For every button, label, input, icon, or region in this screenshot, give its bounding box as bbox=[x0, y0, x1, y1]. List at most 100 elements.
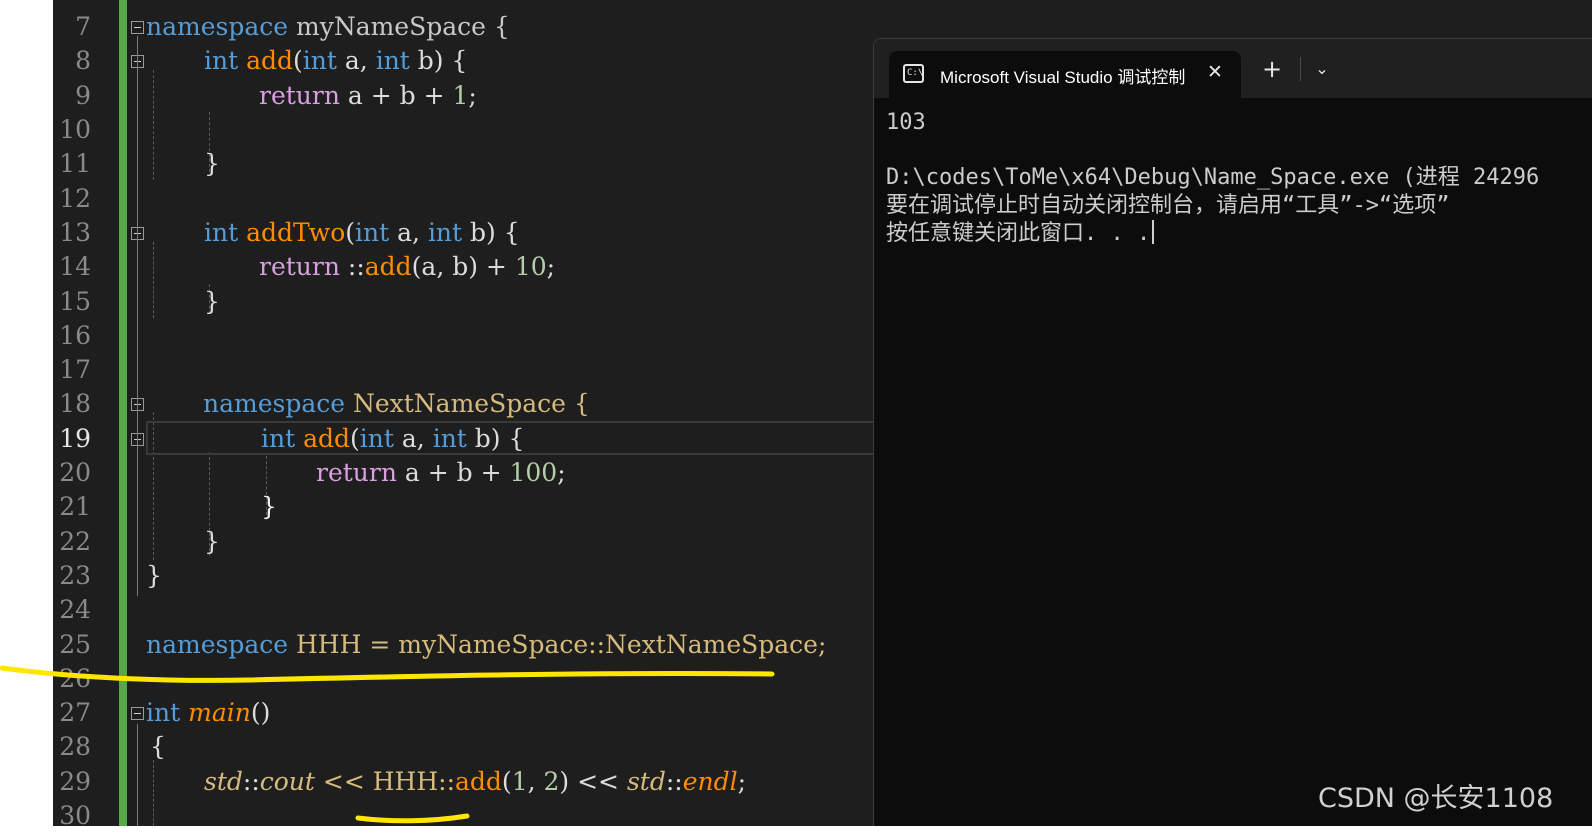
token-function: add bbox=[455, 767, 502, 796]
line-number: 30 bbox=[59, 801, 91, 826]
chevron-down-icon[interactable]: ⌄ bbox=[1311, 57, 1333, 81]
line-number: 21 bbox=[59, 492, 91, 521]
line-number: 11 bbox=[59, 149, 91, 178]
watermark: CSDN @长安1108 bbox=[1318, 783, 1554, 814]
token-text: { bbox=[150, 732, 166, 761]
line-number: 20 bbox=[59, 458, 91, 487]
token-number: 2 bbox=[543, 767, 560, 796]
token-text: ; bbox=[557, 458, 566, 487]
token-text: a + b + bbox=[396, 458, 510, 487]
code-line-27: int main() bbox=[146, 696, 270, 730]
line-number: 15 bbox=[59, 287, 91, 316]
close-icon[interactable]: ✕ bbox=[1203, 59, 1227, 85]
token-keyword: int bbox=[261, 424, 296, 453]
line-number: 7 bbox=[75, 12, 91, 41]
token-text: } bbox=[204, 287, 220, 316]
code-line-20: return a + b + 100; bbox=[316, 456, 566, 490]
token-namespace: HHH = myNameSpace::NextNameSpace; bbox=[288, 630, 827, 659]
token-keyword: int bbox=[146, 698, 181, 727]
token-text: ( bbox=[350, 424, 360, 453]
token-keyword: int bbox=[427, 218, 463, 247]
token-text: a, bbox=[389, 218, 428, 247]
token-function: add bbox=[246, 46, 294, 75]
token-keyword: namespace bbox=[146, 12, 289, 41]
console-prompt-text: 按任意键关闭此窗口. . . bbox=[886, 221, 1151, 246]
token-text: b) { bbox=[409, 46, 468, 75]
token-text: ) << bbox=[559, 767, 627, 796]
token-keyword: int bbox=[355, 218, 390, 247]
line-number-gutter: 7 8 9 10 11 12 13 14 15 16 17 18 19 20 2… bbox=[53, 0, 119, 826]
line-number: 26 bbox=[59, 664, 91, 693]
token-keyword: return bbox=[259, 252, 340, 281]
outline-bracket bbox=[137, 724, 138, 826]
token-keyword: int bbox=[359, 424, 394, 453]
line-number: 18 bbox=[59, 389, 91, 418]
line-number: 29 bbox=[59, 767, 91, 796]
token-text: a, bbox=[393, 424, 433, 453]
line-number: 23 bbox=[59, 561, 91, 590]
code-line-8: int add(int a, int b) { bbox=[204, 44, 467, 78]
token-function: addTwo bbox=[246, 218, 346, 247]
token-text: ( bbox=[501, 767, 512, 796]
text-cursor bbox=[1152, 220, 1155, 244]
collapse-toggle-icon[interactable] bbox=[131, 21, 144, 34]
token-keyword: int bbox=[432, 424, 467, 453]
console-tab[interactable]: C:\ Microsoft Visual Studio 调试控制台 ✕ bbox=[889, 51, 1241, 98]
line-number: 27 bbox=[59, 698, 91, 727]
token-namespace: std bbox=[204, 767, 243, 796]
token-namespace: std bbox=[626, 767, 666, 796]
code-line-21: } bbox=[261, 490, 277, 524]
token-number: 10 bbox=[514, 252, 547, 281]
line-number-current: 19 bbox=[59, 424, 91, 453]
token-text: () bbox=[250, 698, 271, 727]
token-function: add bbox=[303, 424, 351, 453]
token-text: (a, b) + bbox=[411, 252, 515, 281]
line-number: 24 bbox=[59, 595, 91, 624]
line-number: 8 bbox=[75, 46, 91, 75]
token-function: endl bbox=[682, 767, 738, 796]
code-line-22: } bbox=[204, 525, 220, 559]
token-function: main bbox=[188, 698, 251, 727]
token-keyword: namespace bbox=[146, 630, 289, 659]
token-text: } bbox=[146, 561, 162, 590]
token-text: a + b + bbox=[339, 81, 453, 110]
token-text: ( bbox=[293, 46, 303, 75]
token-keyword: int bbox=[302, 46, 337, 75]
code-line-18: namespace NextNameSpace { bbox=[203, 387, 590, 421]
console-titlebar[interactable]: C:\ Microsoft Visual Studio 调试控制台 ✕ + ⌄ bbox=[874, 39, 1592, 98]
debug-console-window[interactable]: C:\ Microsoft Visual Studio 调试控制台 ✕ + ⌄ … bbox=[873, 38, 1592, 826]
token-text: :: bbox=[339, 252, 365, 281]
token-text: ( bbox=[345, 218, 356, 247]
token-number: 100 bbox=[509, 458, 558, 487]
new-tab-button[interactable]: + bbox=[1259, 57, 1285, 83]
line-number: 28 bbox=[59, 732, 91, 761]
token-brace: } bbox=[261, 492, 277, 521]
line-number: 22 bbox=[59, 527, 91, 556]
token-variable: cout bbox=[259, 767, 315, 796]
outline-bracket bbox=[137, 36, 138, 596]
token-text: b) { bbox=[466, 424, 525, 453]
code-line-7: namespace myNameSpace { bbox=[146, 10, 510, 44]
token-keyword: int bbox=[204, 218, 239, 247]
code-line-25: namespace HHH = myNameSpace::NextNameSpa… bbox=[146, 628, 826, 662]
line-number: 16 bbox=[59, 321, 91, 350]
collapse-toggle-icon[interactable] bbox=[131, 707, 144, 720]
token-text: a, bbox=[336, 46, 376, 75]
code-line-19: int add(int a, int b) { bbox=[261, 422, 524, 456]
line-number: 10 bbox=[59, 115, 91, 144]
token-text: } bbox=[204, 527, 220, 556]
token-keyword: return bbox=[316, 458, 397, 487]
token-text: ; bbox=[546, 252, 556, 281]
line-number: 17 bbox=[59, 355, 91, 384]
code-line-14: return ::add(a, b) + 10; bbox=[259, 250, 555, 284]
indent-guide bbox=[153, 242, 154, 318]
token-keyword: int bbox=[204, 46, 239, 75]
code-line-29: std::cout << HHH::add(1, 2) << std::endl… bbox=[204, 765, 746, 799]
indent-guide bbox=[153, 70, 154, 180]
token-text: ; bbox=[468, 81, 477, 110]
token-keyword: int bbox=[375, 46, 410, 75]
